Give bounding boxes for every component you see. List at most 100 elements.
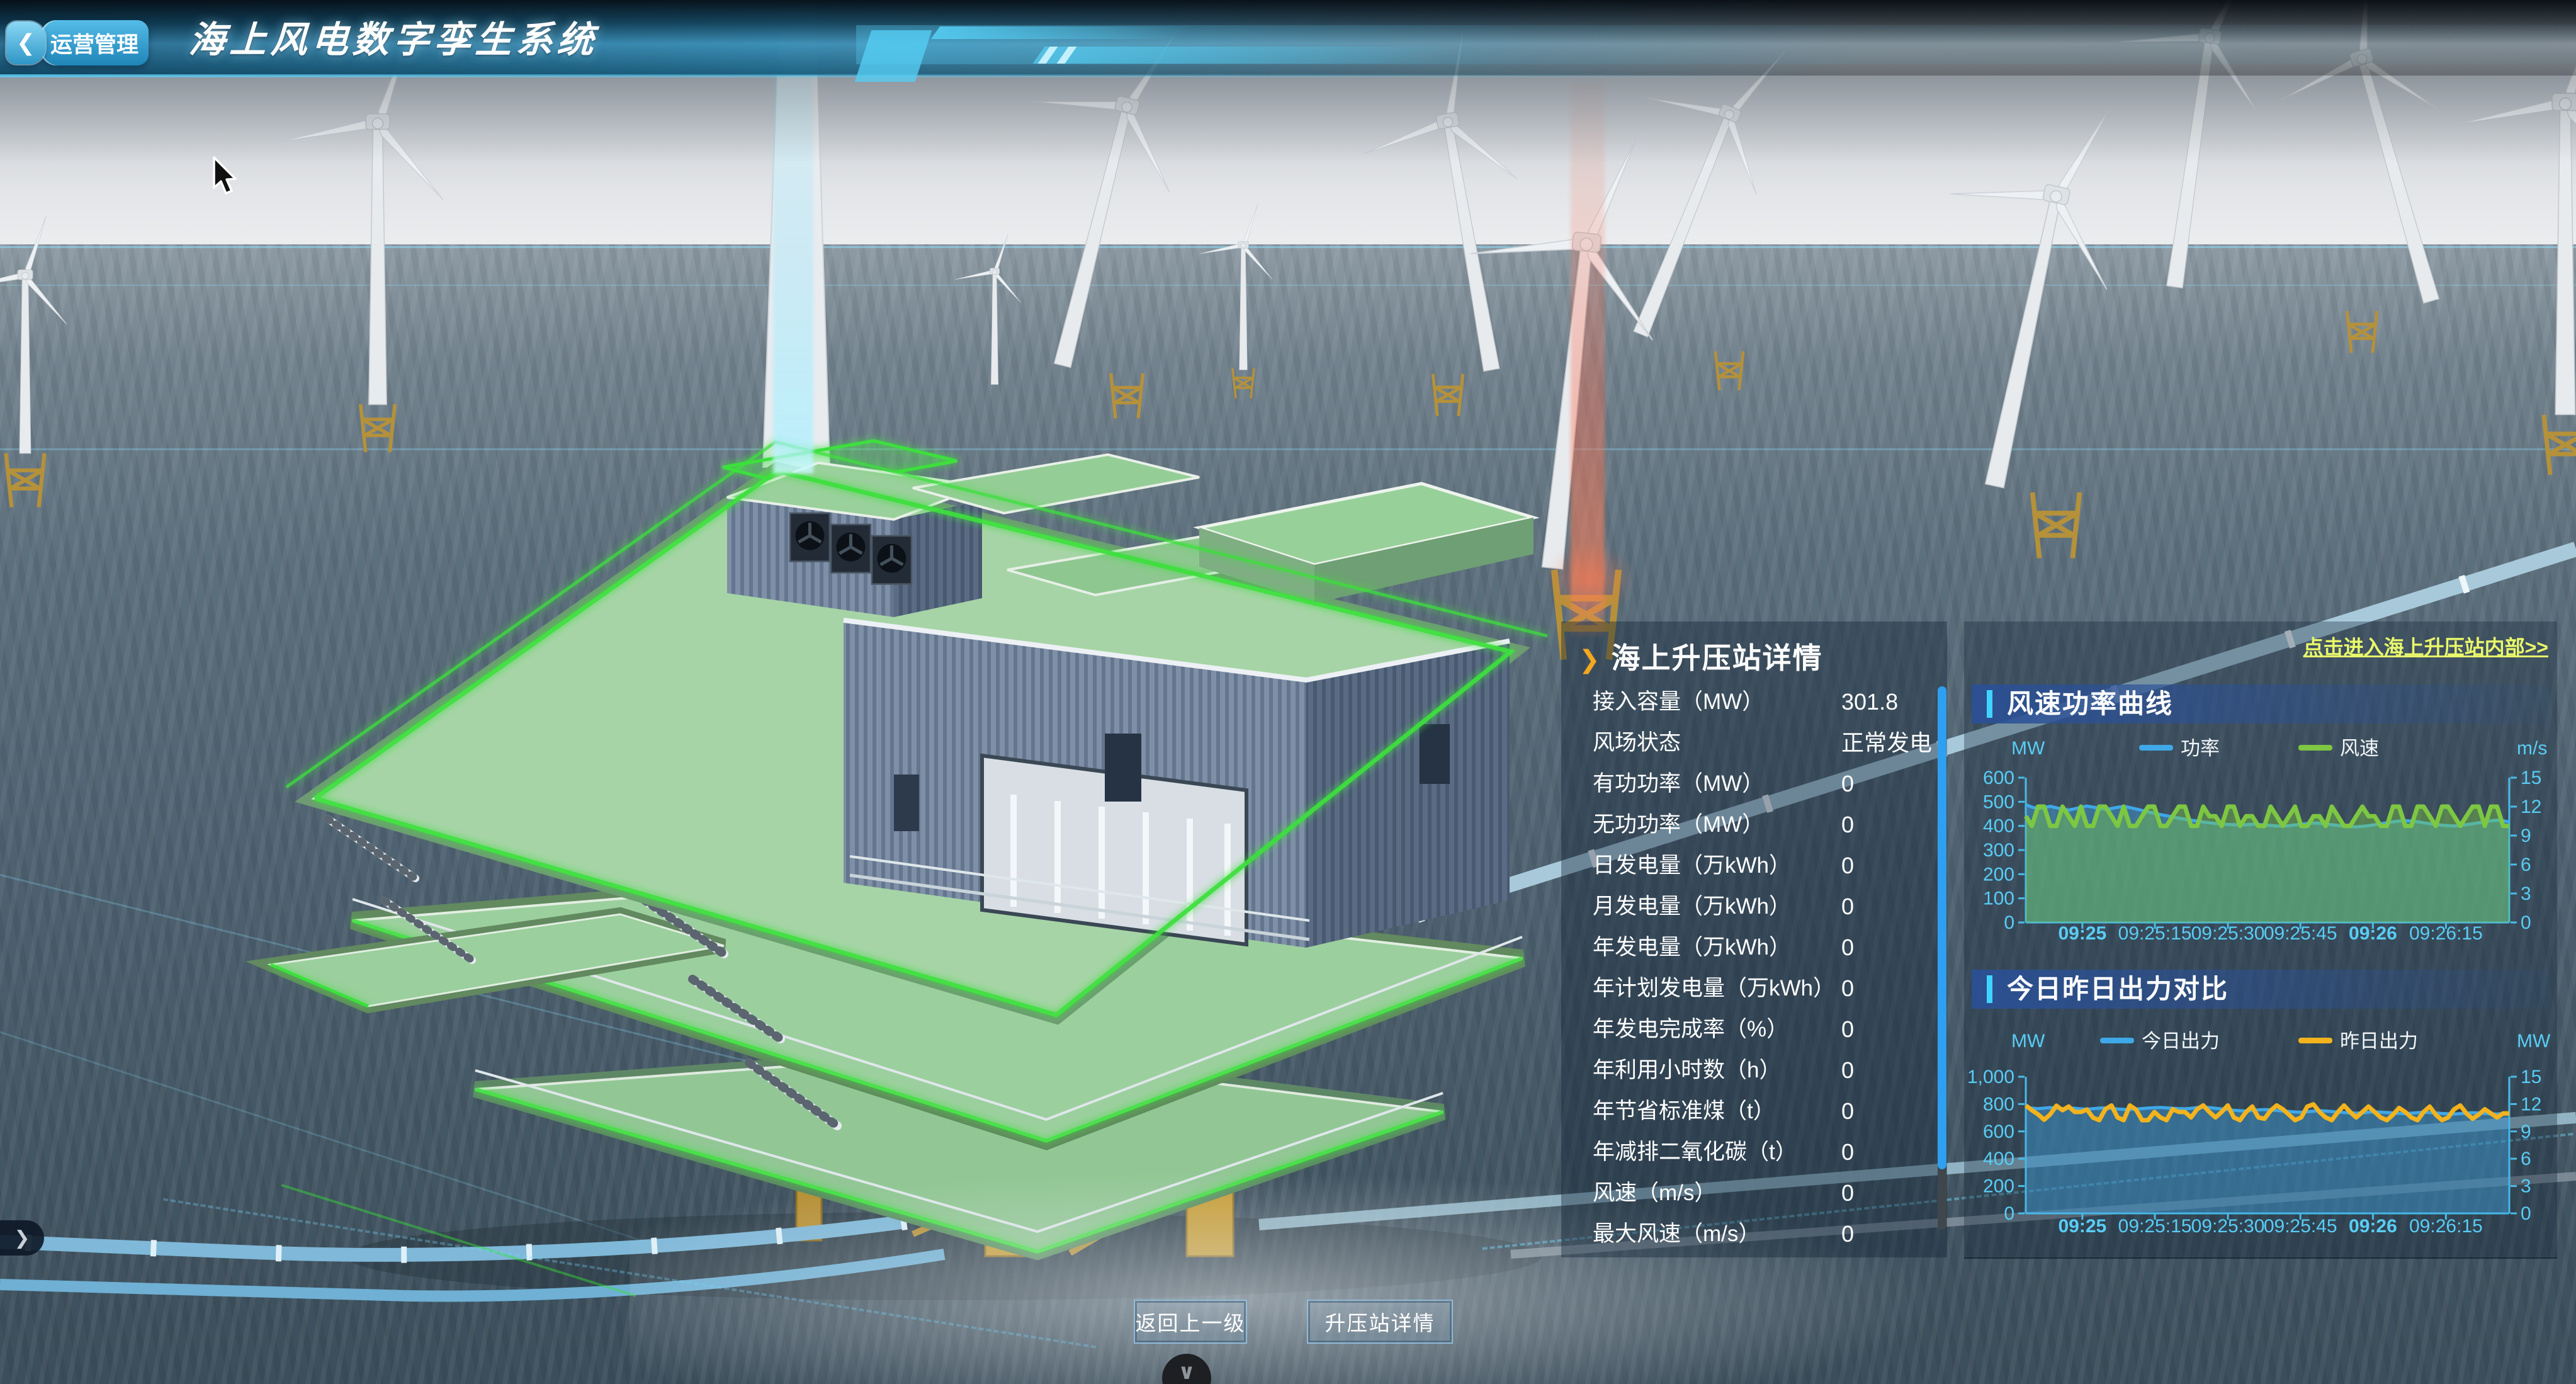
detail-row-value: 0 — [1841, 1132, 1854, 1172]
detail-row: 年减排二氧化碳（t） 0 — [1561, 1132, 1947, 1172]
detail-row: 年发电完成率（%） 0 — [1561, 1009, 1947, 1050]
detail-row-label: 日发电量（万kWh） — [1593, 845, 1791, 886]
ops-management-label: 运营管理 — [50, 27, 138, 59]
svg-text:09:26:15: 09:26:15 — [2409, 923, 2483, 944]
detail-row-label: 最大风速（m/s） — [1593, 1213, 1760, 1254]
svg-text:3: 3 — [2521, 883, 2531, 904]
wind-power-curve-chart: 0 100 200 300 400 500 600 0 3 6 9 12 15 09:25 09:25:15… — [1964, 722, 2557, 968]
detail-row-value: 0 — [1841, 1009, 1854, 1050]
svg-text:09:25:30: 09:25:30 — [2191, 923, 2265, 944]
wind-power-chart-title: 风速功率曲线 — [2007, 684, 2173, 723]
detail-row-value: 0 — [1841, 1091, 1854, 1132]
detail-row: 接入容量（MW） 301.8 — [1561, 681, 1947, 722]
svg-text:09:25:15: 09:25:15 — [2118, 1216, 2192, 1237]
svg-text:300: 300 — [1983, 840, 2014, 861]
svg-text:m/s: m/s — [2517, 738, 2547, 759]
detail-row-label: 风场状态 — [1593, 722, 1681, 763]
svg-text:0: 0 — [2004, 1203, 2014, 1224]
svg-text:09:25: 09:25 — [2058, 923, 2106, 944]
svg-text:09:25: 09:25 — [2058, 1216, 2106, 1237]
substation-detail-panel: ❯海上升压站详情 接入容量（MW） 301.8 风场状态 正常发电 有功功率（M… — [1561, 621, 1947, 1257]
detail-row-label: 年减排二氧化碳（t） — [1593, 1132, 1797, 1172]
detail-row: 风场状态 正常发电 — [1561, 722, 1947, 763]
svg-text:100: 100 — [1983, 888, 2014, 909]
detail-scrollbar-thumb[interactable] — [1938, 686, 1946, 1169]
detail-row: 年节省标准煤（t） 0 — [1561, 1091, 1947, 1132]
svg-text:09:26: 09:26 — [2349, 923, 2397, 944]
ops-management-button[interactable]: 运营管理 — [40, 20, 149, 65]
detail-row-label: 无功功率（MW） — [1593, 804, 1764, 845]
svg-text:0: 0 — [2521, 1203, 2531, 1224]
back-button[interactable]: ❮ — [6, 21, 45, 64]
svg-text:09:25:45: 09:25:45 — [2264, 923, 2337, 944]
detail-row: 年发电量（万kWh） 0 — [1561, 927, 1947, 968]
svg-text:500: 500 — [1983, 791, 2014, 812]
detail-row: 最大风速（m/s） 0 — [1561, 1213, 1947, 1254]
detail-scrollbar[interactable] — [1938, 686, 1946, 1230]
svg-text:MW: MW — [2011, 1031, 2045, 1052]
mouse-cursor — [208, 155, 252, 199]
detail-row-value: 0 — [1841, 763, 1854, 804]
detail-row-value: 0 — [1841, 1213, 1854, 1254]
detail-row-value: 0 — [1841, 845, 1854, 886]
detail-row-label: 风速（m/s） — [1593, 1172, 1716, 1213]
svg-text:功率: 功率 — [2181, 737, 2220, 759]
drawer-toggle[interactable]: ❯ — [0, 1220, 44, 1256]
svg-text:12: 12 — [2521, 797, 2541, 817]
svg-text:600: 600 — [1983, 1121, 2014, 1142]
back-icon: ❮ — [16, 30, 35, 56]
today-yesterday-output-chart: 02004006008001,0000369121509:2509:25:150… — [1964, 1009, 2557, 1254]
chevron-right-icon: ❯ — [14, 1227, 30, 1249]
detail-row: 日发电量（万kWh） 0 — [1561, 845, 1947, 886]
chevron-down-icon: ∨ — [1178, 1354, 1195, 1384]
title-accent-bar — [1987, 975, 1992, 1003]
title-accent-bar — [1987, 690, 1992, 718]
detail-row-value: 0 — [1841, 886, 1854, 927]
detail-row-value: 正常发电 — [1841, 722, 1932, 763]
alarm-beam-glow — [1545, 542, 1634, 617]
substation-detail-button[interactable]: 升压站详情 — [1307, 1300, 1453, 1344]
detail-row-label: 有功功率（MW） — [1593, 763, 1764, 804]
chevron-right-icon: ❯ — [1579, 646, 1602, 674]
svg-text:6: 6 — [2521, 1149, 2531, 1169]
detail-row-label: 年利用小时数（h） — [1593, 1050, 1781, 1091]
svg-text:09:25:30: 09:25:30 — [2191, 1216, 2265, 1237]
detail-row: 年计划发电量（万kWh） 0 — [1561, 968, 1947, 1009]
detail-row-value: 0 — [1841, 1050, 1854, 1091]
app-root: ❮ 运营管理 海上风电数字孪生系统 ❯海上升压站详情 接入容量（MW） 301.… — [0, 0, 2576, 1384]
detail-row-value: 0 — [1841, 927, 1854, 968]
detail-row-label: 年计划发电量（万kWh） — [1593, 968, 1835, 1009]
detail-row-label: 年发电量（万kWh） — [1593, 927, 1791, 968]
detail-row-value: 0 — [1841, 968, 1854, 1009]
svg-text:0: 0 — [2521, 912, 2531, 933]
svg-text:6: 6 — [2521, 854, 2531, 875]
svg-text:9: 9 — [2521, 825, 2531, 846]
detail-row: 有功功率（MW） 0 — [1561, 763, 1947, 804]
svg-text:09:25:15: 09:25:15 — [2118, 923, 2192, 944]
detail-row: 年利用小时数（h） 0 — [1561, 1050, 1947, 1091]
return-previous-level-button[interactable]: 返回上一级 — [1134, 1300, 1247, 1344]
detail-row-label: 接入容量（MW） — [1593, 681, 1764, 722]
svg-text:0: 0 — [2004, 912, 2014, 933]
detail-row-label: 月发电量（万kWh） — [1593, 886, 1791, 927]
detail-panel-title: ❯海上升压站详情 — [1579, 635, 1823, 677]
svg-text:15: 15 — [2521, 1067, 2541, 1087]
svg-text:12: 12 — [2521, 1094, 2541, 1115]
detail-row: 风速（m/s） 0 — [1561, 1172, 1947, 1213]
svg-text:15: 15 — [2521, 768, 2541, 788]
svg-text:400: 400 — [1983, 1149, 2014, 1169]
svg-text:600: 600 — [1983, 768, 2014, 788]
page-title: 海上风电数字孪生系统 — [188, 18, 599, 63]
svg-text:200: 200 — [1983, 864, 2014, 885]
svg-text:风速: 风速 — [2340, 737, 2379, 759]
enter-substation-link[interactable]: 点击进入海上升压站内部>> — [2303, 632, 2548, 661]
svg-text:昨日出力: 昨日出力 — [2340, 1030, 2418, 1052]
charts-panel: 点击进入海上升压站内部>> 风速功率曲线 0100200300400500600… — [1964, 621, 2557, 1259]
output-compare-chart-title: 今日昨日出力对比 — [2007, 970, 2229, 1009]
header-deco-stripe — [931, 26, 1192, 39]
detail-row-value: 0 — [1841, 1172, 1854, 1213]
svg-text:1,000: 1,000 — [1967, 1067, 2014, 1087]
svg-text:3: 3 — [2521, 1176, 2531, 1197]
svg-text:400: 400 — [1983, 816, 2014, 837]
svg-text:09:26: 09:26 — [2349, 1216, 2397, 1237]
